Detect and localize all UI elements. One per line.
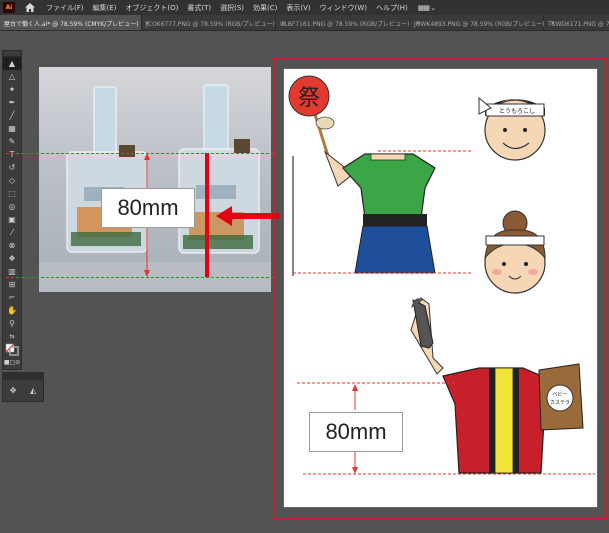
photo-measure-label: 80mm xyxy=(101,188,195,228)
tab-label: TCWD6171.PNG @ 78.59% (RGB/プレビュー) xyxy=(548,20,609,28)
type-tool-icon[interactable]: T xyxy=(3,148,21,161)
vendor-woman-body[interactable] xyxy=(410,297,584,474)
uchiwa-text: 祭 xyxy=(298,86,320,111)
menu-effect[interactable]: 効果(C) xyxy=(253,3,277,13)
floating-tool-panel: ✥ ◭ xyxy=(2,372,44,402)
compare-arrow xyxy=(216,206,280,226)
symbol-sprayer-icon[interactable]: ❖ xyxy=(3,252,21,265)
rotate-tool-icon[interactable]: ↺ xyxy=(3,161,21,174)
vendor-man-body[interactable] xyxy=(323,150,436,274)
illustrator-window: Ai ファイル(F) 編集(E) オブジェクト(O) 書式(T) 選択(S) 効… xyxy=(0,0,609,533)
home-icon[interactable] xyxy=(23,2,37,14)
tab-label: 屋台で働く人.ai* @ 78.59% (CMYK/プレビュー) xyxy=(4,20,139,28)
artboard-measure-label: 80mm xyxy=(309,412,403,452)
menu-window[interactable]: ウィンドウ(W) xyxy=(320,3,367,13)
cartridge-photo[interactable] xyxy=(39,67,271,292)
shape-builder-icon[interactable]: ◎ xyxy=(3,200,21,213)
menu-edit[interactable]: 編集(E) xyxy=(93,3,117,13)
sign-text-line2: カステラ xyxy=(550,400,570,406)
menu-bar: Ai ファイル(F) 編集(E) オブジェクト(O) 書式(T) 選択(S) 効… xyxy=(0,0,609,15)
panel-header[interactable] xyxy=(3,373,43,380)
tab-document-4[interactable]: JOWK4893.PNG @ 78.59% (RGB/プレビュー) × xyxy=(410,15,556,30)
photo-bottom-guide xyxy=(6,277,274,278)
tab-label: JCOK6777.PNG @ 78.59% (RGB/プレビュー) xyxy=(146,20,275,28)
pen-tool-icon[interactable]: ✒ xyxy=(3,96,21,109)
tab-document-3[interactable]: ULBF7161.PNG @ 78.59% (RGB/プレビュー) × xyxy=(276,15,421,30)
swap-colors-icon[interactable]: ⇆ xyxy=(3,330,21,343)
headband-text: とうもろこし xyxy=(499,108,535,115)
hand-tool-icon[interactable]: ✋ xyxy=(3,304,21,317)
fill-stroke-icon[interactable] xyxy=(3,343,21,356)
menu-file[interactable]: ファイル(F) xyxy=(46,3,84,13)
direct-selection-tool-icon[interactable]: △ xyxy=(3,70,21,83)
gradient-icon[interactable]: ▣ xyxy=(3,213,21,226)
free-transform-icon[interactable]: ⬚ xyxy=(3,187,21,200)
magic-wand-icon[interactable]: ✦ xyxy=(3,83,21,96)
tools-panel: ▲ △ ✦ ✒ ╱ ▦ ✎ T ↺ ◇ ⬚ ◎ ▣ ⁄ ⊗ ❖ ▥ ⊞ ⌐ ✋ … xyxy=(2,50,22,405)
blend-tool-icon[interactable]: ⊗ xyxy=(3,239,21,252)
menu-help[interactable]: ヘルプ(H) xyxy=(376,3,408,13)
zoom-tool-icon[interactable]: ⚲ xyxy=(3,317,21,330)
slice-tool-icon[interactable]: ⌐ xyxy=(3,291,21,304)
workspace-switcher-icon[interactable]: ▦▦ ⌄ xyxy=(418,4,436,12)
cartridge-photo-image xyxy=(39,67,271,292)
document-tab-bar: 屋台で働く人.ai* @ 78.59% (CMYK/プレビュー) × JCOK67… xyxy=(0,15,609,31)
rectangle-grid-icon[interactable]: ▦ xyxy=(3,122,21,135)
illustrator-logo-icon[interactable]: Ai xyxy=(3,2,15,13)
woman-head-icon[interactable] xyxy=(484,210,546,294)
cartridge-height-bar xyxy=(205,153,209,277)
selection-tool-icon[interactable]: ▲ xyxy=(3,57,21,70)
panel-row: ✥ ◭ xyxy=(3,380,43,400)
tab-label: ULBF7161.PNG @ 78.59% (RGB/プレビュー) xyxy=(280,20,410,28)
tab-label: JOWK4893.PNG @ 78.59% (RGB/プレビュー) xyxy=(414,20,545,28)
tab-document-1[interactable]: 屋台で働く人.ai* @ 78.59% (CMYK/プレビュー) × xyxy=(0,15,150,30)
color-mode-icon[interactable]: ■□⊘ xyxy=(3,356,21,369)
tab-document-2[interactable]: JCOK6777.PNG @ 78.59% (RGB/プレビュー) × xyxy=(142,15,286,30)
eyedropper-icon[interactable]: ⁄ xyxy=(3,226,21,239)
puppet-warp-icon[interactable]: ✥ xyxy=(10,386,17,395)
perspective-grid-icon[interactable]: ◭ xyxy=(30,386,36,395)
sign-text-line1: ベビー xyxy=(552,391,567,398)
paintbrush-icon[interactable]: ✎ xyxy=(3,135,21,148)
menu-view[interactable]: 表示(V) xyxy=(286,3,310,13)
menu-object[interactable]: オブジェクト(O) xyxy=(125,3,178,13)
artboard-tool-icon[interactable]: ⊞ xyxy=(3,278,21,291)
menu-select[interactable]: 選択(S) xyxy=(220,3,244,13)
line-tool-icon[interactable]: ╱ xyxy=(3,109,21,122)
eraser-icon[interactable]: ◇ xyxy=(3,174,21,187)
tab-document-5[interactable]: TCWD6171.PNG @ 78.59% (RGB/プレビュー) xyxy=(544,15,609,30)
menu-type[interactable]: 書式(T) xyxy=(187,3,211,13)
